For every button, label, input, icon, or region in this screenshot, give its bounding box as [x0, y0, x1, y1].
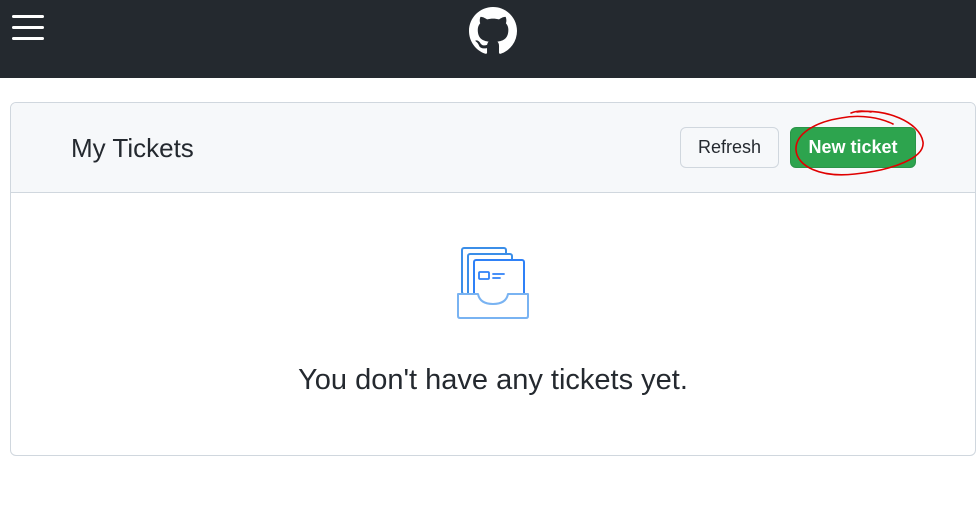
new-ticket-button[interactable]: New ticket	[790, 127, 916, 168]
page-title: My Tickets	[71, 133, 194, 163]
github-logo-icon[interactable]	[469, 7, 517, 55]
top-navigation-bar	[0, 0, 976, 78]
tickets-panel-header: My Tickets Refresh New ticket	[11, 103, 975, 193]
tickets-inbox-icon	[457, 247, 529, 319]
empty-state-message: You don't have any tickets yet.	[298, 364, 688, 396]
refresh-button[interactable]: Refresh	[680, 127, 779, 168]
hamburger-menu-icon[interactable]	[12, 12, 44, 44]
